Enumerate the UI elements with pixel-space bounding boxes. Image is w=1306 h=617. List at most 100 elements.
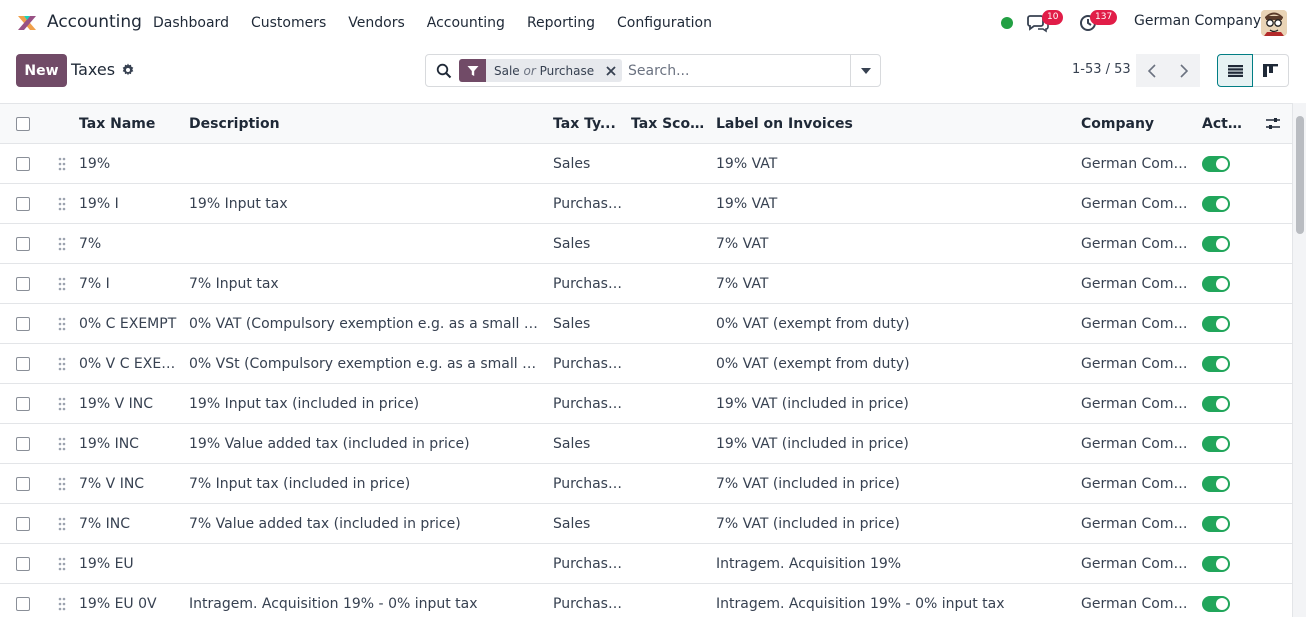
table-row[interactable]: 19% EU 0V Intragem. Acquisition 19% - 0% … <box>0 584 1292 617</box>
menu-dashboard[interactable]: Dashboard <box>142 0 240 46</box>
active-toggle[interactable] <box>1202 196 1230 212</box>
row-checkbox[interactable] <box>16 517 30 531</box>
search-icon[interactable] <box>436 63 452 79</box>
drag-handle-icon[interactable] <box>58 157 66 171</box>
active-toggle[interactable] <box>1202 516 1230 532</box>
active-toggle[interactable] <box>1202 156 1230 172</box>
scrollbar-thumb[interactable] <box>1296 116 1304 234</box>
menu-accounting[interactable]: Accounting <box>416 0 516 46</box>
table-row[interactable]: 7% V INC 7% Input tax (included in price)… <box>0 464 1292 504</box>
header-tax-name[interactable]: Tax Name <box>79 104 183 144</box>
table-row[interactable]: 0% V C EXEM... 0% VSt (Compulsory exempti… <box>0 344 1292 384</box>
table-row[interactable]: 19% Sales 19% VAT German Comp... <box>0 144 1292 184</box>
drag-handle-icon[interactable] <box>58 557 66 571</box>
cell-description: 0% VAT (Compulsory exemption e.g. as a s… <box>189 316 544 332</box>
row-checkbox[interactable] <box>16 437 30 451</box>
table-row[interactable]: 19% EU Purchases Intragem. Acquisition 19%… <box>0 544 1292 584</box>
table-row[interactable]: 7% Sales 7% VAT German Comp... <box>0 224 1292 264</box>
drag-handle-icon[interactable] <box>58 197 66 211</box>
cell-description: 19% Value added tax (included in price) <box>189 436 470 452</box>
activities-badge: 137 <box>1090 10 1118 25</box>
active-toggle[interactable] <box>1202 436 1230 452</box>
menu-customers[interactable]: Customers <box>240 0 337 46</box>
active-toggle[interactable] <box>1202 596 1230 612</box>
vertical-scrollbar[interactable] <box>1292 103 1306 617</box>
pager-next-button[interactable] <box>1168 54 1200 87</box>
chevron-left-icon <box>1148 63 1156 78</box>
facet-values: Sale or Purchase <box>486 64 600 78</box>
drag-handle-icon[interactable] <box>58 317 66 331</box>
header-tax-scope[interactable]: Tax Sco... <box>631 104 705 144</box>
cell-description: 7% Input tax <box>189 276 279 292</box>
active-toggle[interactable] <box>1202 316 1230 332</box>
search-facet-tax-type: Sale or Purchase <box>459 59 623 82</box>
drag-handle-icon[interactable] <box>58 517 66 531</box>
drag-handle-icon[interactable] <box>58 237 66 251</box>
active-toggle[interactable] <box>1202 556 1230 572</box>
remove-facet-icon[interactable] <box>600 59 622 82</box>
table-row[interactable]: 19% INC 19% Value added tax (included in … <box>0 424 1292 464</box>
header-active[interactable]: Acti... <box>1202 104 1244 144</box>
row-checkbox[interactable] <box>16 477 30 491</box>
cell-description: 19% Input tax (included in price) <box>189 396 420 412</box>
cell-tax-name: 7% <box>79 236 102 252</box>
page-title[interactable]: Taxes <box>71 60 115 79</box>
drag-handle-icon[interactable] <box>58 397 66 411</box>
cell-tax-name: 19% <box>79 156 111 172</box>
row-checkbox[interactable] <box>16 597 30 611</box>
cell-label-on-invoices: 0% VAT (exempt from duty) <box>716 356 910 372</box>
table-row[interactable]: 19% I 19% Input tax Purchases 19% VAT German… <box>0 184 1292 224</box>
new-button[interactable]: New <box>16 54 67 87</box>
row-checkbox[interactable] <box>16 197 30 211</box>
row-checkbox[interactable] <box>16 397 30 411</box>
select-all-checkbox[interactable] <box>16 117 30 131</box>
menu-configuration[interactable]: Configuration <box>606 0 723 46</box>
header-label-on-invoices[interactable]: Label on Invoices <box>716 104 1072 144</box>
row-checkbox[interactable] <box>16 557 30 571</box>
menu-reporting[interactable]: Reporting <box>516 0 606 46</box>
drag-handle-icon[interactable] <box>58 357 66 371</box>
kanban-view-icon <box>1263 64 1278 77</box>
gear-icon[interactable] <box>121 63 135 77</box>
table-row[interactable]: 0% C EXEMPT 0% VAT (Compulsory exemption … <box>0 304 1292 344</box>
user-avatar[interactable] <box>1261 10 1287 36</box>
accounting-app-icon[interactable] <box>16 12 38 34</box>
header-description[interactable]: Description <box>189 104 544 144</box>
cell-company: German Comp... <box>1081 436 1188 452</box>
active-toggle[interactable] <box>1202 396 1230 412</box>
active-toggle[interactable] <box>1202 356 1230 372</box>
cell-tax-name: 7% V INC <box>79 476 145 492</box>
row-checkbox[interactable] <box>16 317 30 331</box>
drag-handle-icon[interactable] <box>58 437 66 451</box>
cell-tax-name: 19% INC <box>79 436 139 452</box>
caret-down-icon <box>860 67 871 74</box>
active-toggle[interactable] <box>1202 476 1230 492</box>
cell-tax-type: Sales <box>553 316 591 332</box>
pager-value[interactable]: 1-53 / 53 <box>1072 62 1131 77</box>
active-toggle[interactable] <box>1202 236 1230 252</box>
app-name[interactable]: Accounting <box>47 12 142 32</box>
search-options-toggle[interactable] <box>850 55 880 86</box>
optional-columns-icon[interactable] <box>1265 116 1281 132</box>
drag-handle-icon[interactable] <box>58 477 66 491</box>
list-view-button[interactable] <box>1217 54 1253 87</box>
kanban-view-button[interactable] <box>1253 54 1289 87</box>
row-checkbox[interactable] <box>16 237 30 251</box>
table-row[interactable]: 7% INC 7% Value added tax (included in pr… <box>0 504 1292 544</box>
cell-tax-type: Purchases <box>553 596 623 612</box>
pager-previous-button[interactable] <box>1136 54 1168 87</box>
company-switcher[interactable]: German Company <box>1134 13 1261 29</box>
search-input[interactable] <box>628 61 848 81</box>
row-checkbox[interactable] <box>16 157 30 171</box>
row-checkbox[interactable] <box>16 277 30 291</box>
header-tax-type[interactable]: Tax Ty... <box>553 104 623 144</box>
table-row[interactable]: 7% I 7% Input tax Purchases 7% VAT German Co… <box>0 264 1292 304</box>
drag-handle-icon[interactable] <box>58 597 66 611</box>
drag-handle-icon[interactable] <box>58 277 66 291</box>
row-checkbox[interactable] <box>16 357 30 371</box>
facet-value-sale: Sale <box>494 63 520 78</box>
active-toggle[interactable] <box>1202 276 1230 292</box>
menu-vendors[interactable]: Vendors <box>337 0 415 46</box>
table-row[interactable]: 19% V INC 19% Input tax (included in pric… <box>0 384 1292 424</box>
header-company[interactable]: Company <box>1081 104 1188 144</box>
